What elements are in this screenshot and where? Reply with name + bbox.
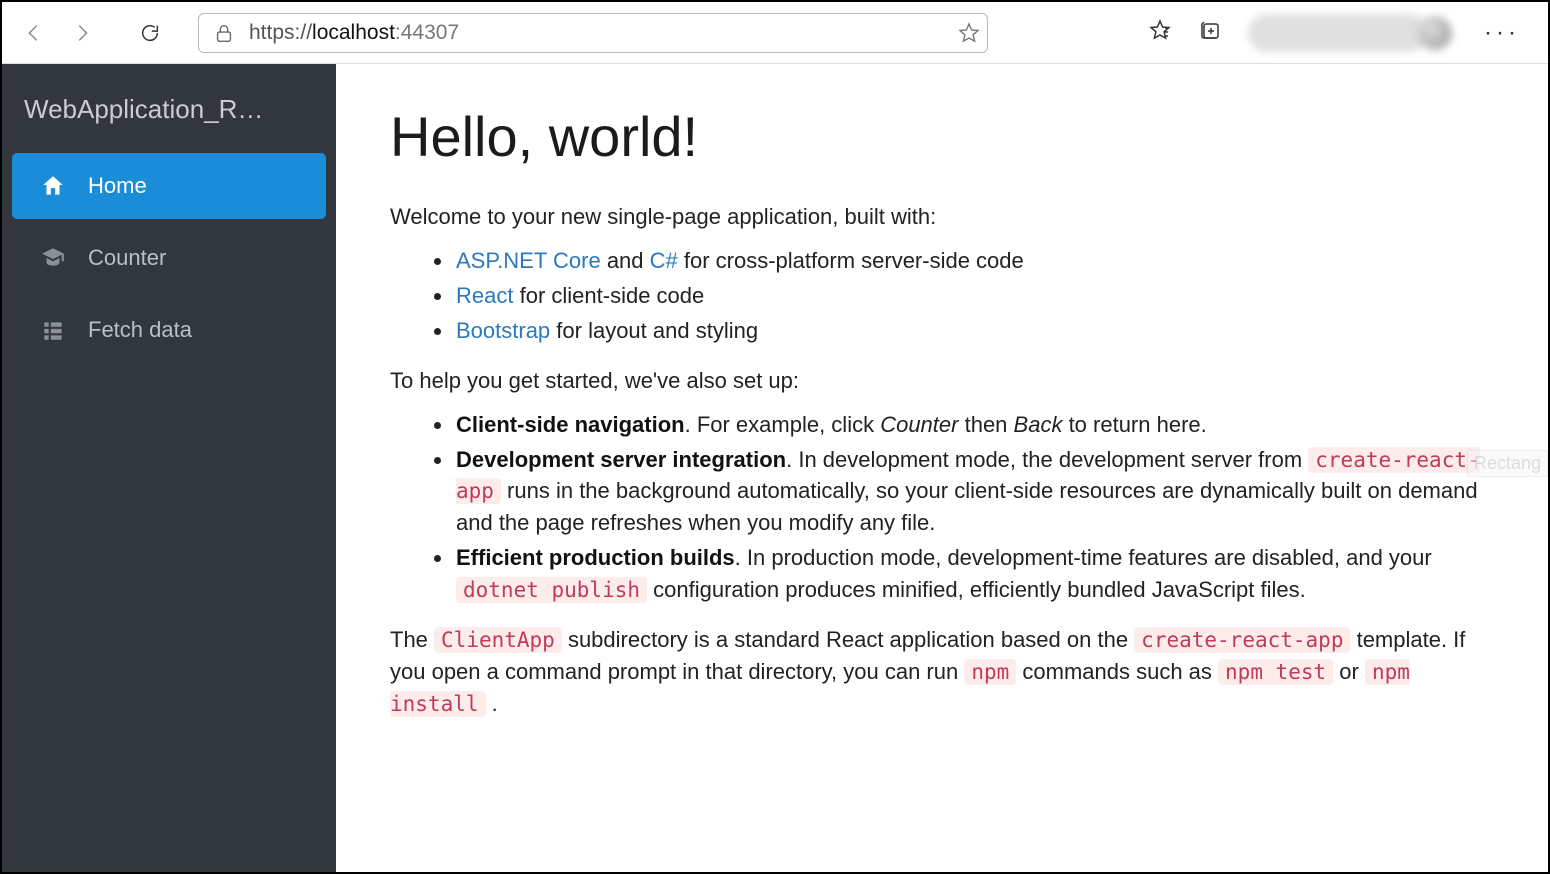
url-port: :44307 — [395, 21, 459, 45]
url-host: localhost — [312, 21, 395, 45]
list-item: ASP.NET Core and C# for cross-platform s… — [454, 245, 1494, 277]
link-csharp[interactable]: C# — [650, 248, 678, 273]
sidebar-item-fetch-data[interactable]: Fetch data — [12, 297, 326, 363]
code-snippet: ClientApp — [434, 627, 562, 653]
list-item: React for client-side code — [454, 280, 1494, 312]
lock-icon — [213, 22, 235, 44]
arrow-right-icon — [71, 22, 93, 44]
url-scheme: https:// — [249, 21, 312, 45]
code-snippet: npm test — [1218, 659, 1333, 685]
sidebar-item-counter[interactable]: Counter — [12, 225, 326, 291]
link-react[interactable]: React — [456, 283, 513, 308]
refresh-icon — [139, 22, 161, 44]
sidebar: WebApplication_R… Home Counter Fetch dat… — [2, 64, 336, 872]
feature-list: Client-side navigation. For example, cli… — [432, 409, 1494, 606]
list-item: Client-side navigation. For example, cli… — [454, 409, 1494, 441]
code-snippet: npm — [964, 659, 1016, 685]
list-item: Efficient production builds. In producti… — [454, 542, 1494, 606]
arrow-left-icon — [23, 22, 45, 44]
avatar[interactable] — [1418, 16, 1452, 50]
code-snippet: dotnet publish — [456, 577, 647, 603]
app-brand[interactable]: WebApplication_R… — [2, 78, 336, 147]
graduation-icon — [40, 245, 66, 271]
profile-area-blurred — [1248, 14, 1428, 52]
link-aspnet[interactable]: ASP.NET Core — [456, 248, 601, 273]
browser-toolbar: https://localhost:44307 ··· — [2, 2, 1548, 64]
sidebar-item-label: Fetch data — [88, 317, 192, 343]
help-intro: To help you get started, we've also set … — [390, 365, 1494, 397]
sidebar-item-home[interactable]: Home — [12, 153, 326, 219]
code-snippet: create-react-app — [1134, 627, 1350, 653]
address-bar[interactable]: https://localhost:44307 — [198, 13, 988, 53]
tech-list: ASP.NET Core and C# for cross-platform s… — [432, 245, 1494, 347]
forward-button[interactable] — [62, 13, 102, 53]
refresh-button[interactable] — [130, 13, 170, 53]
main-content: Hello, world! Welcome to your new single… — [336, 64, 1548, 872]
closing-paragraph: The ClientApp subdirectory is a standard… — [390, 624, 1494, 720]
list-icon — [40, 317, 66, 343]
more-button[interactable]: ··· — [1478, 19, 1526, 47]
page-title: Hello, world! — [390, 96, 1494, 177]
intro-text: Welcome to your new single-page applicat… — [390, 201, 1494, 233]
favorites-list-icon — [1148, 18, 1172, 42]
sidebar-item-label: Home — [88, 173, 147, 199]
collections-icon — [1198, 18, 1222, 42]
sidebar-item-label: Counter — [88, 245, 166, 271]
link-bootstrap[interactable]: Bootstrap — [456, 318, 550, 343]
back-button[interactable] — [14, 13, 54, 53]
collections-button[interactable] — [1198, 18, 1222, 47]
home-icon — [40, 173, 66, 199]
star-icon[interactable] — [957, 21, 981, 45]
stray-rectangle-label: Rectang — [1467, 450, 1548, 477]
favorites-button[interactable] — [1148, 18, 1172, 47]
list-item: Bootstrap for layout and styling — [454, 315, 1494, 347]
list-item: Development server integration. In devel… — [454, 444, 1494, 540]
